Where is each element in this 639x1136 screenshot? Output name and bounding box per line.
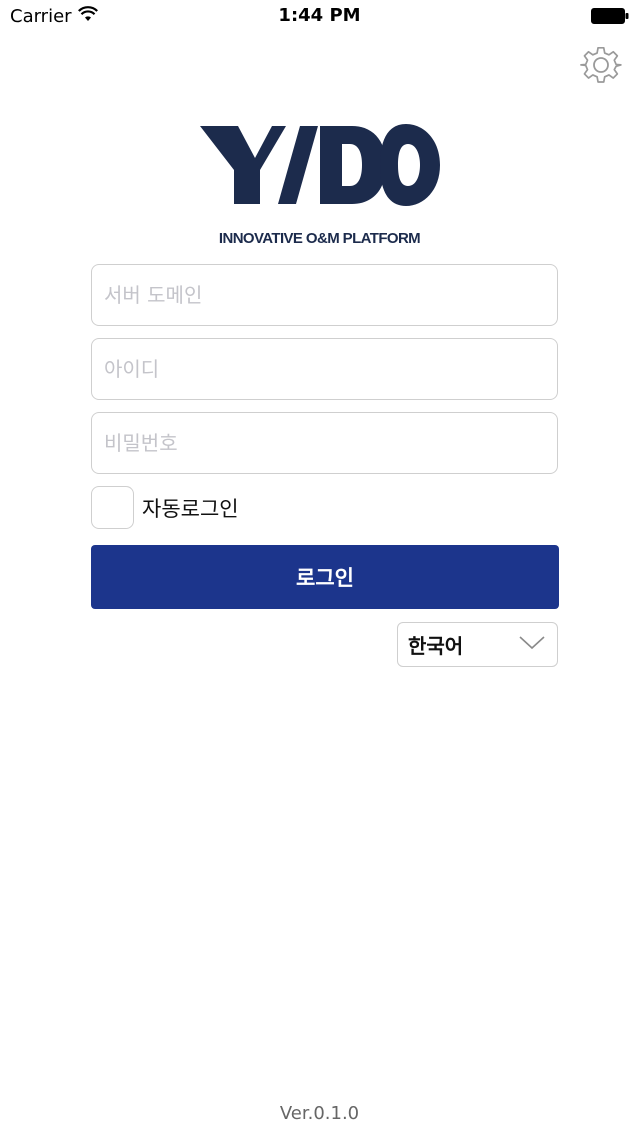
language-select[interactable]: 한국어 (397, 622, 558, 667)
user-id-field (91, 338, 558, 400)
login-screen: Carrier 1:44 PM INNOVATIVE O&M PLATFORM … (0, 0, 639, 1136)
server-domain-field (91, 264, 558, 326)
language-selected-value: 한국어 (408, 634, 464, 658)
server-domain-input[interactable] (92, 265, 557, 325)
auto-login-label: 자동로그인 (142, 496, 239, 521)
password-field (91, 412, 558, 474)
logo-tagline: INNOVATIVE O&M PLATFORM (218, 230, 421, 247)
gear-icon (580, 46, 622, 83)
status-time: 1:44 PM (278, 5, 361, 26)
auto-login-checkbox[interactable] (91, 486, 134, 529)
password-input[interactable] (92, 413, 557, 473)
yido-logo (200, 124, 440, 208)
auto-login-toggle[interactable]: 자동로그인 (91, 486, 239, 529)
login-button[interactable]: 로그인 (91, 545, 559, 609)
status-bar: Carrier 1:44 PM (0, 0, 639, 34)
user-id-input[interactable] (92, 339, 557, 399)
battery-icon (591, 8, 629, 24)
chevron-down-icon (519, 635, 545, 654)
settings-button[interactable] (578, 42, 624, 88)
app-version: Ver.0.1.0 (279, 1103, 360, 1124)
